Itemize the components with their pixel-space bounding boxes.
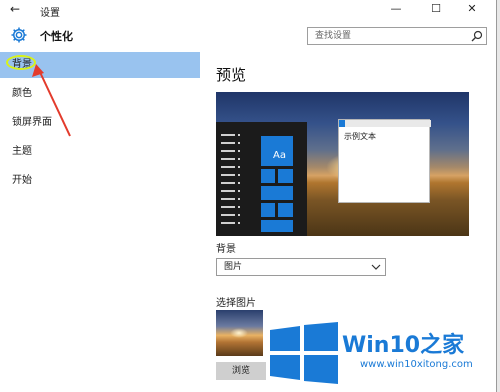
search-icon: [471, 30, 483, 42]
search-placeholder: 查找设置: [315, 31, 352, 41]
desktop-preview: Aa 示例文本: [216, 92, 469, 236]
maximize-button[interactable]: ☐: [424, 2, 448, 15]
picture-thumbnail[interactable]: [216, 310, 263, 356]
watermark-brand-name: Win10: [342, 333, 421, 358]
background-type-dropdown[interactable]: 图片: [216, 258, 386, 276]
sample-text: 示例文本: [344, 132, 376, 141]
sample-window: 示例文本: [338, 119, 431, 203]
windows-logo-icon: [270, 322, 338, 384]
live-tile-large: Aa: [261, 136, 293, 166]
back-button[interactable]: ←: [10, 2, 20, 16]
watermark-brand-suffix: 之家: [420, 333, 465, 358]
watermark-url: www.win10xitong.com: [360, 359, 473, 370]
chevron-down-icon: [371, 264, 381, 270]
watermark-brand: Win10之家: [342, 327, 464, 359]
close-button[interactable]: ✕: [460, 2, 484, 15]
search-input[interactable]: 查找设置: [307, 27, 487, 45]
choose-picture-label: 选择图片: [216, 298, 256, 309]
sidebar: 个性化 背景 颜色 锁屏界面 主题 开始: [0, 22, 200, 392]
tile-text: Aa: [273, 150, 286, 161]
title-bar: ← 设置 — ☐ ✕: [0, 0, 496, 22]
background-label: 背景: [216, 244, 236, 255]
window-title: 设置: [40, 8, 60, 19]
page-title: 预览: [216, 66, 247, 84]
minimize-button[interactable]: —: [384, 2, 408, 15]
dropdown-value: 图片: [224, 262, 243, 272]
start-menu-preview: Aa: [216, 122, 307, 236]
browse-button[interactable]: 浏览: [216, 362, 266, 380]
annotation-arrow-icon: [32, 64, 71, 137]
settings-window: ← 设置 — ☐ ✕ 个性化 背景 颜色 锁屏界面 主题 开始 查找设置 预览 …: [0, 0, 497, 392]
